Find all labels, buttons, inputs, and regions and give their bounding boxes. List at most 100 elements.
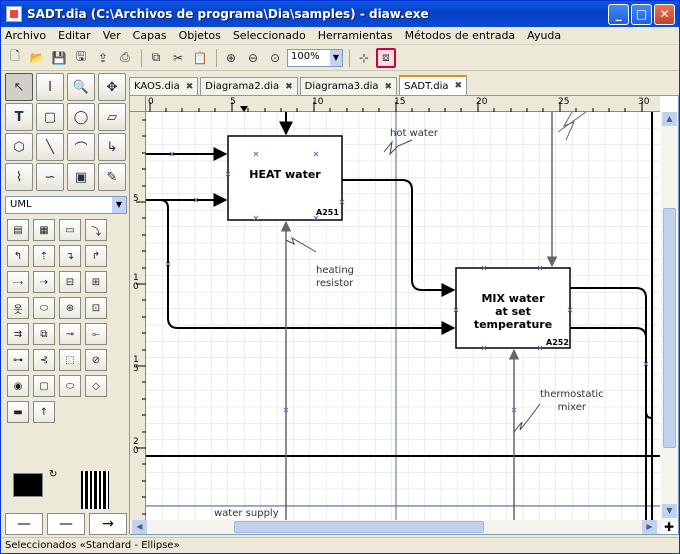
menu-herramientas[interactable]: Herramientas	[318, 29, 393, 42]
horizontal-scrollbar[interactable]: ◀ ▶	[130, 520, 662, 534]
diagram-canvas[interactable]: HEAT water A251 MIX water at set tempera…	[146, 112, 660, 522]
line-style-selector[interactable]: —	[47, 513, 85, 535]
uml-class-icon[interactable]: ▤	[7, 219, 29, 241]
vertical-scrollbar[interactable]: ▲ ▼	[661, 112, 678, 522]
uml-node-icon[interactable]: ⬚	[59, 349, 81, 371]
horizontal-scroll-thumb[interactable]	[234, 521, 484, 533]
uml-package-icon[interactable]: ⊞	[85, 271, 107, 293]
polygon-tool-icon[interactable]: ▱	[98, 103, 126, 131]
paste-icon[interactable]: 📋	[190, 48, 210, 68]
zigzag-tool-icon[interactable]: ↳	[98, 133, 126, 161]
uml-template-class-icon[interactable]: ▦	[33, 219, 55, 241]
uml-fork-icon[interactable]: ▬	[7, 401, 29, 423]
uml-required-interface-icon[interactable]: ⟜	[85, 323, 107, 345]
uml-branch-icon[interactable]: ⇉	[7, 323, 29, 345]
outline-tool-icon[interactable]: ✎	[98, 163, 126, 191]
uml-generalization-icon[interactable]: ⇡	[33, 245, 55, 267]
uml-interface-icon[interactable]: ⊸	[59, 323, 81, 345]
menu-seleccionado[interactable]: Seleccionado	[233, 29, 306, 42]
uml-state-icon[interactable]: ▢	[33, 375, 55, 397]
uml-actor-icon[interactable]: 웃	[7, 297, 29, 319]
zoom-fit-icon[interactable]: ⊙	[265, 48, 285, 68]
tab-diagrama3[interactable]: Diagrama3.dia ✖	[299, 77, 398, 95]
magnify-tool-icon[interactable]: 🔍	[67, 73, 95, 101]
move-tool-icon[interactable]: ✥	[98, 73, 126, 101]
menu-editar[interactable]: Editar	[58, 29, 91, 42]
uml-socket-icon[interactable]: ⊰	[33, 349, 55, 371]
uml-message-icon[interactable]: ⇢	[33, 271, 55, 293]
zoom-in-icon[interactable]: ⊕	[221, 48, 241, 68]
uml-initial-state-icon[interactable]: ◉	[7, 375, 29, 397]
heating-resistor-label[interactable]: heating resistor	[316, 264, 354, 290]
close-icon[interactable]: ✖	[285, 82, 293, 92]
uml-transition-icon[interactable]: ↑	[33, 401, 55, 423]
arc-tool-icon[interactable]: ⌒	[67, 133, 95, 161]
menu-archivo[interactable]: Archivo	[5, 29, 46, 42]
title-bar[interactable]: SADT.dia (C:\Archivos de programa\Dia\sa…	[1, 1, 679, 27]
maximize-button[interactable]: □	[631, 3, 652, 25]
water-supply-label[interactable]: water supply	[214, 508, 279, 519]
zoom-select[interactable]: 100% ▼	[287, 48, 343, 67]
uml-object-icon[interactable]: ⊟	[59, 271, 81, 293]
uml-port-icon[interactable]: ⊘	[85, 349, 107, 371]
new-icon[interactable]: 🗋	[5, 48, 25, 68]
scroll-left-icon[interactable]: ◀	[132, 520, 147, 534]
polyline-tool-icon[interactable]: ⌇	[5, 163, 33, 191]
image-tool-icon[interactable]: ▣	[67, 163, 95, 191]
text-tool-icon[interactable]: T	[5, 103, 33, 131]
arrow-end-selector[interactable]: →	[89, 513, 127, 535]
horizontal-ruler[interactable]: 0 5 10 15 20 25 30	[146, 96, 660, 112]
uml-dependency-icon[interactable]: ⤵	[85, 219, 107, 241]
close-icon[interactable]: ✖	[186, 82, 194, 92]
tab-kaos[interactable]: KAOS.dia ✖	[129, 77, 199, 95]
export-icon[interactable]: ⇪	[93, 48, 113, 68]
close-icon[interactable]: ✖	[385, 82, 393, 92]
uml-activity-icon[interactable]: ⬭	[59, 375, 81, 397]
uml-association-icon[interactable]: ↴	[59, 245, 81, 267]
menu-objetos[interactable]: Objetos	[179, 29, 221, 42]
zoom-out-icon[interactable]: ⊖	[243, 48, 263, 68]
navigator-icon[interactable]: ✚	[661, 520, 677, 534]
vertical-scroll-thumb[interactable]	[663, 208, 676, 448]
menu-ayuda[interactable]: Ayuda	[527, 29, 561, 42]
bezier-tool-icon[interactable]: ∽	[36, 163, 64, 191]
menu-capas[interactable]: Capas	[133, 29, 167, 42]
close-button[interactable]: ✕	[654, 3, 675, 25]
scroll-down-icon[interactable]: ▼	[662, 504, 677, 518]
foreground-color-swatch[interactable]	[13, 473, 43, 497]
close-icon[interactable]: ✖	[455, 81, 463, 91]
thermostatic-mixer-label[interactable]: thermostatic mixer	[540, 388, 604, 414]
uml-implements-icon[interactable]: ↱	[85, 245, 107, 267]
save-as-icon[interactable]: 🖫	[71, 48, 91, 68]
minimize-button[interactable]: _	[608, 3, 629, 25]
beziergon-tool-icon[interactable]: ⬡	[5, 133, 33, 161]
copy-icon[interactable]: ⧉	[146, 48, 166, 68]
sheet-selector[interactable]: UML ▼	[5, 196, 127, 214]
uml-classifier-icon[interactable]: ⊡	[85, 297, 107, 319]
pointer-tool-icon[interactable]: ↖	[5, 73, 33, 101]
vertical-ruler[interactable]: 5 1 0 1 5 2 0	[130, 112, 146, 522]
arrow-start-selector[interactable]: —	[5, 513, 43, 535]
magnet-icon[interactable]: ⧈	[376, 47, 396, 68]
menu-metodos-entrada[interactable]: Métodos de entrada	[405, 29, 516, 42]
tab-sadt[interactable]: SADT.dia ✖	[399, 75, 468, 95]
uml-decision-icon[interactable]: ◇	[85, 375, 107, 397]
text-cursor-tool-icon[interactable]: I	[36, 73, 64, 101]
save-icon[interactable]: 💾	[49, 48, 69, 68]
line-width-selector[interactable]	[81, 471, 109, 509]
color-selector[interactable]: ↻	[5, 469, 65, 509]
scroll-up-icon[interactable]: ▲	[662, 112, 677, 126]
cut-icon[interactable]: ✂	[168, 48, 188, 68]
uml-lifeline-icon[interactable]: ⊛	[59, 297, 81, 319]
diagram-svg[interactable]	[146, 112, 660, 522]
uml-component-icon[interactable]: ⧉	[33, 323, 55, 345]
hot-water-label[interactable]: hot water	[390, 128, 438, 139]
uml-realizes-icon[interactable]: ↰	[7, 245, 29, 267]
scroll-right-icon[interactable]: ▶	[642, 520, 657, 534]
uml-usecase-icon[interactable]: ⬭	[33, 297, 55, 319]
tab-diagrama2[interactable]: Diagrama2.dia ✖	[200, 77, 298, 95]
uml-note-icon[interactable]: ▭	[59, 219, 81, 241]
uml-constraint-icon[interactable]: ⤏	[7, 271, 29, 293]
snap-grid-icon[interactable]: ⊹	[354, 48, 374, 68]
box-tool-icon[interactable]: ▢	[36, 103, 64, 131]
